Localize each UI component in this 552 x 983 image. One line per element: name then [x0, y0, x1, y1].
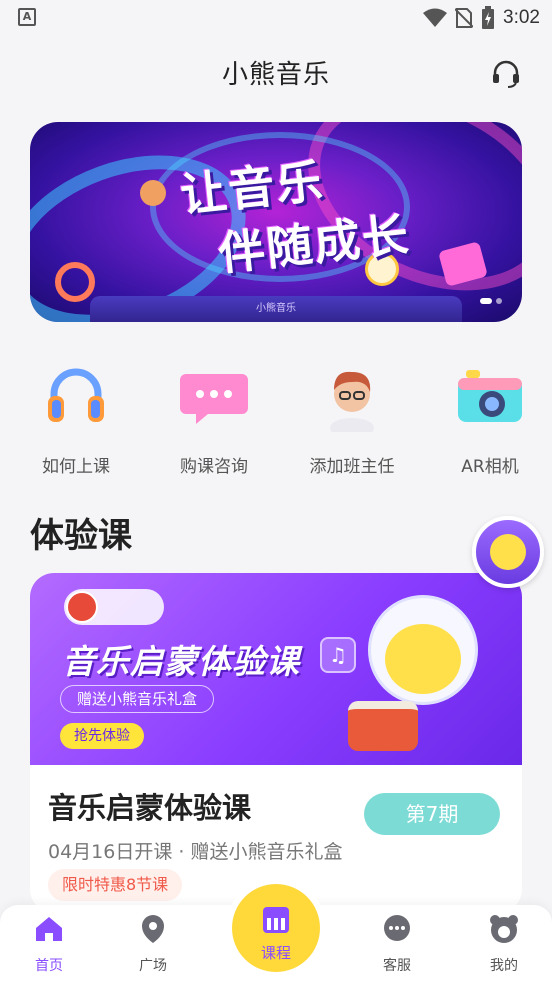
piano-icon [263, 907, 289, 933]
home-icon [33, 913, 65, 945]
quick-menu-how-to-class[interactable]: 如何上课 [16, 360, 136, 477]
quick-menu-ar-camera[interactable]: AR相机 [430, 360, 550, 477]
camera-icon [454, 360, 526, 432]
course-banner: 音乐启蒙体验课 赠送小熊音乐礼盒 抢先体验 ♫ [30, 573, 522, 765]
banner-logo-text: 小熊音乐 [256, 303, 296, 314]
tab-label: 客服 [383, 958, 411, 974]
notification-a-icon: A [18, 8, 36, 26]
trial-course-card[interactable]: 音乐启蒙体验课 赠送小熊音乐礼盒 抢先体验 ♫ 音乐启蒙体验课 第7期 04月1… [30, 573, 522, 913]
tab-home[interactable]: 首页 [9, 913, 89, 975]
quick-menu-add-teacher[interactable]: 添加班主任 [292, 360, 412, 477]
drum-decoration [348, 701, 418, 751]
avatar [66, 591, 98, 623]
floating-assistant-bear-button[interactable] [472, 516, 544, 588]
try-first-button[interactable]: 抢先体验 [60, 723, 144, 749]
app-header: 小熊音乐 [0, 50, 552, 94]
music-note-icon: ♫ [320, 637, 356, 673]
fox-mascot-decoration [140, 180, 166, 206]
chat-icon [381, 913, 413, 945]
promo-banner[interactable]: 让音乐 伴随成长 小熊音乐 [30, 122, 522, 322]
tab-label: 我的 [490, 958, 518, 974]
course-banner-gift-pill: 赠送小熊音乐礼盒 [60, 685, 215, 713]
chat-bubble-icon [178, 360, 250, 432]
quick-menu-label: 购课咨询 [180, 457, 248, 477]
carousel-dot-active [480, 298, 492, 304]
wifi-icon [423, 8, 448, 27]
section-title-trial-class: 体验课 [30, 516, 132, 556]
quick-menu: 如何上课 购课咨询 添加班主任 AR相机 [0, 360, 552, 480]
tab-label: 首页 [35, 958, 63, 974]
bear-profile-icon [488, 913, 520, 945]
headphones-icon [40, 360, 112, 432]
app-title: 小熊音乐 [221, 60, 330, 90]
tab-label: 广场 [139, 958, 167, 974]
quick-menu-label: AR相机 [461, 457, 519, 477]
tab-plaza[interactable]: 广场 [113, 913, 193, 975]
carousel-indicator [480, 298, 502, 304]
quick-menu-purchase-consult[interactable]: 购课咨询 [154, 360, 274, 477]
course-meta: 04月16日开课 · 赠送小熊音乐礼盒 [48, 841, 343, 863]
period-badge: 第7期 [364, 793, 500, 835]
clock: 3:02 [503, 7, 540, 28]
battery-charging-icon [482, 6, 495, 29]
tab-course[interactable]: 课程 [232, 884, 320, 972]
tab-label: 课程 [260, 944, 291, 962]
promo-tag: 限时特惠8节课 [48, 869, 183, 901]
course-banner-title: 音乐启蒙体验课 [62, 642, 300, 681]
course-name: 音乐启蒙体验课 [48, 791, 252, 825]
carousel-dot [496, 298, 502, 304]
user-avatar-pill [64, 589, 164, 625]
quick-menu-label: 如何上课 [42, 457, 110, 477]
quick-menu-label: 添加班主任 [309, 457, 395, 477]
astronaut-bear-mascot [368, 595, 478, 705]
teacher-avatar-icon [316, 360, 388, 438]
no-sim-icon [455, 8, 474, 28]
location-pin-icon [137, 913, 169, 945]
bear-face [490, 534, 526, 570]
tab-service[interactable]: 客服 [357, 913, 437, 975]
status-bar: A 3:02 [0, 0, 552, 36]
tab-mine[interactable]: 我的 [464, 913, 544, 975]
customer-service-headset-icon[interactable] [490, 58, 522, 90]
headphones-decoration [55, 262, 95, 302]
bear-face [385, 624, 461, 694]
